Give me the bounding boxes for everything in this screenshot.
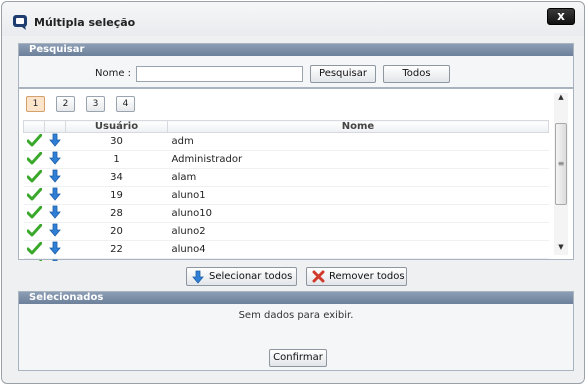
checkmark-icon[interactable]	[26, 133, 42, 147]
select-all-label: Selecionar todos	[209, 271, 293, 282]
arrow-down-icon[interactable]	[49, 169, 61, 183]
table-body: 30 adm 1 Administrador 34 alam 19 aluno1 28 aluno…	[23, 132, 549, 262]
row-move-cell[interactable]	[44, 204, 66, 223]
row-user-name: adm	[167, 132, 549, 151]
row-user-id: 1	[65, 150, 168, 169]
name-search-input[interactable]	[136, 66, 303, 82]
header-user[interactable]: Usuário	[65, 120, 168, 133]
header-move-col	[44, 120, 66, 133]
row-user-id: 19	[65, 186, 168, 205]
window-title: Múltipla seleção	[34, 16, 136, 29]
arrow-down-icon[interactable]	[49, 241, 61, 255]
table-row[interactable]: 22 aluno4	[23, 240, 549, 259]
close-button[interactable]: x	[547, 8, 575, 25]
row-user-id: 28	[65, 204, 168, 223]
checkmark-icon[interactable]	[27, 259, 42, 262]
row-move-cell[interactable]	[44, 222, 66, 241]
row-check-cell[interactable]	[23, 132, 45, 151]
page-button-2[interactable]: 2	[56, 96, 75, 112]
row-user-id: 23	[65, 258, 168, 261]
row-user-name: aluno5	[167, 258, 549, 261]
arrow-down-icon	[192, 270, 204, 284]
table-row[interactable]: 30 adm	[23, 132, 549, 151]
row-check-cell[interactable]	[23, 168, 45, 187]
name-label: Nome :	[95, 68, 132, 79]
remove-all-button[interactable]: Remover todos	[306, 267, 407, 286]
checkmark-icon[interactable]	[26, 223, 42, 237]
page-button-1[interactable]: 1	[26, 96, 45, 112]
row-move-cell[interactable]	[44, 186, 66, 205]
arrow-down-icon[interactable]	[49, 223, 61, 237]
row-check-cell[interactable]	[23, 204, 45, 223]
window-app-icon	[13, 15, 27, 30]
table-row[interactable]: 1 Administrador	[23, 150, 549, 169]
table-row[interactable]: 23aluno5	[23, 258, 549, 262]
grid-viewport: 1 2 3 4 Usuário Nome 30 adm 1 Administrador…	[19, 89, 553, 261]
arrow-down-icon[interactable]	[49, 205, 61, 219]
row-user-id: 20	[65, 222, 168, 241]
row-move-cell[interactable]	[44, 150, 66, 169]
arrow-down-icon[interactable]	[49, 259, 61, 261]
page-button-3[interactable]: 3	[86, 96, 105, 112]
title-bar: Múltipla seleção x	[2, 2, 584, 36]
row-user-id: 34	[65, 168, 168, 187]
row-check-cell[interactable]	[23, 240, 45, 259]
row-check-cell[interactable]	[23, 186, 45, 205]
arrow-down-icon[interactable]	[49, 151, 61, 165]
remove-all-label: Remover todos	[329, 271, 405, 282]
select-all-button[interactable]: Selecionar todos	[186, 267, 297, 286]
empty-message: Sem dados para exibir.	[238, 310, 354, 321]
users-table: Usuário Nome 30 adm 1 Administrador 34 alam 19…	[23, 120, 549, 261]
table-row[interactable]: 34 alam	[23, 168, 549, 187]
checkmark-icon[interactable]	[26, 187, 42, 201]
scrollbar-thumb[interactable]: ≡	[555, 123, 567, 205]
checkmark-icon[interactable]	[26, 151, 42, 165]
search-panel: Pesquisar Nome : Pesquisar Todos	[18, 43, 574, 88]
search-button[interactable]: Pesquisar	[310, 65, 376, 83]
all-button[interactable]: Todos	[383, 65, 450, 83]
table-row[interactable]: 19 aluno1	[23, 186, 549, 205]
checkmark-icon[interactable]	[26, 169, 42, 183]
row-user-name: Administrador	[167, 150, 549, 169]
header-check-col	[23, 120, 45, 133]
search-panel-header: Pesquisar	[19, 44, 573, 56]
arrow-down-icon[interactable]	[49, 187, 61, 201]
confirm-button[interactable]: Confirmar	[269, 349, 327, 367]
row-move-cell[interactable]	[44, 168, 66, 187]
checkmark-icon[interactable]	[26, 205, 42, 219]
table-row[interactable]: 20 aluno2	[23, 222, 549, 241]
page-button-4[interactable]: 4	[116, 96, 135, 112]
row-check-cell[interactable]	[23, 150, 45, 169]
row-user-name: aluno4	[167, 240, 549, 259]
row-check-cell[interactable]	[23, 222, 45, 241]
scroll-up-arrow-icon[interactable]: ▲	[554, 93, 568, 105]
selected-panel: Selecionados Sem dados para exibir. Conf…	[18, 291, 574, 371]
row-user-name: aluno1	[167, 186, 549, 205]
row-user-name: aluno10	[167, 204, 549, 223]
checkmark-icon[interactable]	[26, 241, 42, 255]
red-x-icon	[312, 270, 325, 283]
row-user-id: 30	[65, 132, 168, 151]
row-move-cell[interactable]	[44, 240, 66, 259]
arrow-down-icon[interactable]	[49, 133, 61, 147]
row-user-id: 22	[65, 240, 168, 259]
row-move-cell[interactable]	[44, 132, 66, 151]
row-user-name: aluno2	[167, 222, 549, 241]
scroll-down-arrow-icon[interactable]: ▼	[554, 243, 568, 255]
table-row[interactable]: 28 aluno10	[23, 204, 549, 223]
header-name[interactable]: Nome	[167, 120, 549, 133]
row-check-cell[interactable]	[23, 258, 45, 262]
row-move-cell[interactable]	[44, 258, 66, 261]
results-grid-area: 1 2 3 4 Usuário Nome 30 adm 1 Administrador…	[18, 88, 574, 261]
selected-panel-header: Selecionados	[19, 292, 573, 304]
multiple-selection-dialog: Múltipla seleção x Pesquisar Nome : Pesq…	[1, 1, 585, 384]
vertical-scrollbar[interactable]: ▲ ≡ ▼	[554, 93, 568, 255]
row-user-name: alam	[167, 168, 549, 187]
table-header-row: Usuário Nome	[23, 120, 549, 133]
